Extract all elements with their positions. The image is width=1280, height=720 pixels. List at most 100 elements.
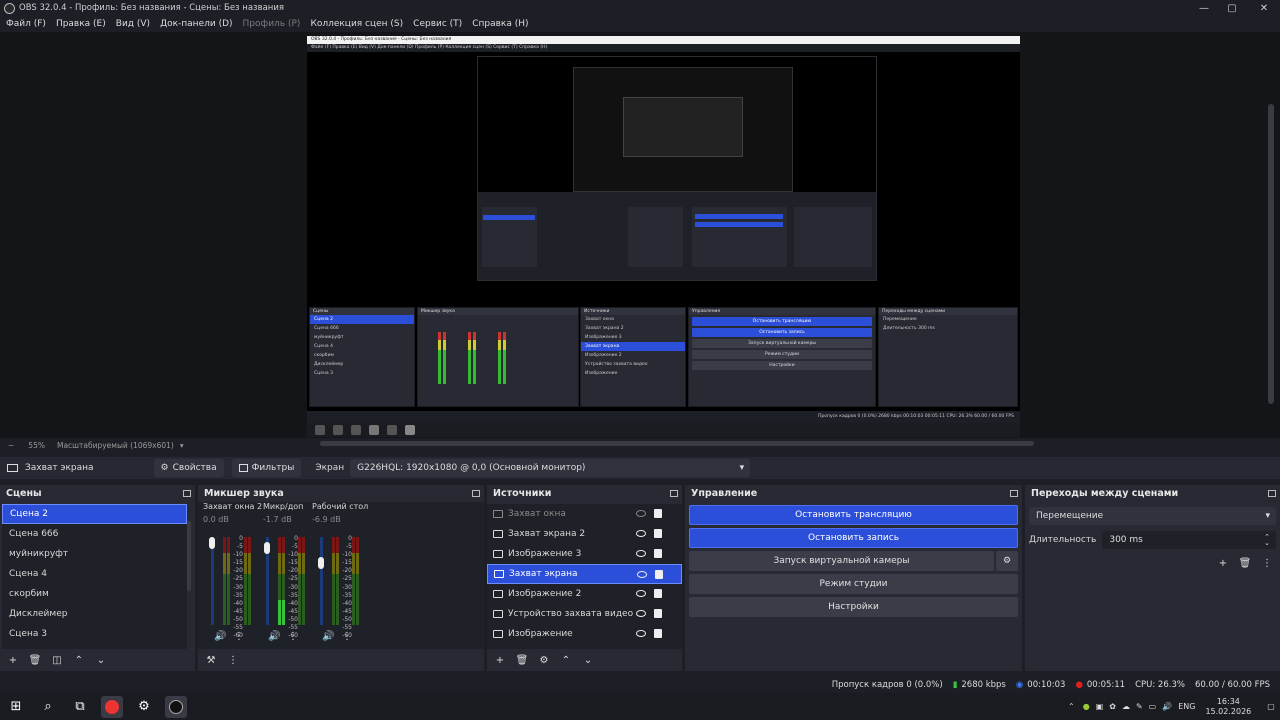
- move-down-icon[interactable]: ⌄: [581, 653, 595, 667]
- trash-icon[interactable]: 🗑: [1238, 556, 1252, 570]
- source-item[interactable]: Захват экрана: [487, 564, 682, 584]
- scene-item[interactable]: муйникруфт: [2, 544, 187, 564]
- eye-icon[interactable]: [636, 610, 646, 617]
- lock-icon[interactable]: [654, 549, 662, 558]
- tray-app-icon[interactable]: ☁: [1122, 702, 1130, 711]
- source-item[interactable]: Устройство захвата видео: [487, 604, 682, 624]
- kebab-menu-icon[interactable]: ⋮: [234, 631, 244, 642]
- scene-item[interactable]: Дисклеймер: [2, 604, 187, 624]
- properties-button[interactable]: ⚙ Свойства: [153, 459, 224, 477]
- menu-tools[interactable]: Сервис (T): [413, 19, 462, 29]
- tray-app-icon[interactable]: ✿: [1109, 702, 1116, 711]
- eye-icon[interactable]: [636, 530, 646, 537]
- volume-fader[interactable]: [209, 537, 215, 549]
- scale-mode-dropdown-icon[interactable]: ▾: [180, 441, 184, 450]
- wrench-icon[interactable]: ⚒: [204, 653, 218, 667]
- eye-icon[interactable]: [636, 630, 646, 637]
- dock-popout-icon[interactable]: [670, 490, 678, 497]
- stop-recording-button[interactable]: Остановить запись: [689, 528, 1018, 548]
- lock-icon[interactable]: [654, 529, 662, 538]
- windows-start-icon[interactable]: ⊞: [5, 696, 27, 718]
- trash-icon[interactable]: 🗑: [28, 653, 42, 667]
- maximize-button[interactable]: ▢: [1216, 0, 1248, 16]
- dock-popout-icon[interactable]: [1268, 490, 1276, 497]
- scene-item[interactable]: Сцена 4: [2, 564, 187, 584]
- eye-icon[interactable]: [636, 590, 646, 597]
- scale-mode[interactable]: Масштабируемый (1069x601): [57, 441, 174, 450]
- scenes-scrollbar[interactable]: [187, 521, 191, 591]
- obs-app-icon[interactable]: [165, 695, 187, 718]
- speaker-icon[interactable]: 🔊: [268, 631, 280, 642]
- move-up-icon[interactable]: ⌃: [559, 653, 573, 667]
- move-up-icon[interactable]: ⌃: [72, 653, 86, 667]
- menu-help[interactable]: Справка (H): [472, 19, 528, 29]
- add-scene-icon[interactable]: +: [6, 653, 20, 667]
- source-item[interactable]: Захват экрана 2: [487, 524, 682, 544]
- source-item[interactable]: Изображение 3: [487, 544, 682, 564]
- volume-fader[interactable]: [264, 542, 270, 554]
- kebab-menu-icon[interactable]: ⋮: [226, 653, 240, 667]
- lock-icon[interactable]: [654, 589, 662, 598]
- preview-canvas[interactable]: OBS 32.0.4 - Профиль: Без названия - Сце…: [307, 36, 1020, 437]
- filters-button[interactable]: Фильтры: [231, 459, 302, 477]
- keyboard-language[interactable]: ENG: [1178, 702, 1195, 711]
- scene-item[interactable]: Сцена 666: [2, 524, 187, 544]
- eye-slash-icon[interactable]: [636, 510, 646, 517]
- eye-icon[interactable]: [636, 550, 646, 557]
- scene-item[interactable]: Сцена 2: [2, 504, 187, 524]
- source-item[interactable]: Изображение: [487, 624, 682, 644]
- task-view-icon[interactable]: ⧉: [69, 696, 91, 718]
- dock-popout-icon[interactable]: [472, 490, 480, 497]
- studio-mode-button[interactable]: Режим студии: [689, 574, 1018, 594]
- pen-icon[interactable]: ✎: [1136, 702, 1143, 711]
- source-item[interactable]: Изображение 2: [487, 584, 682, 604]
- preview-area[interactable]: OBS 32.0.4 - Профиль: Без названия - Сце…: [0, 32, 1280, 438]
- speaker-icon[interactable]: 🔊: [322, 631, 334, 642]
- gear-icon[interactable]: ⚙: [537, 653, 551, 667]
- menu-file[interactable]: Файл (F): [6, 19, 46, 29]
- settings-app-icon[interactable]: ⚙: [133, 696, 155, 718]
- browser-app-icon[interactable]: [101, 695, 123, 718]
- zoom-out-button[interactable]: −: [8, 441, 14, 450]
- menu-edit[interactable]: Правка (E): [56, 19, 106, 29]
- scene-item[interactable]: скорбим: [2, 584, 187, 604]
- search-icon[interactable]: ⌕: [37, 696, 59, 718]
- source-item[interactable]: Захват окна: [487, 504, 682, 524]
- settings-button[interactable]: Настройки: [689, 597, 1018, 617]
- start-virtual-camera-button[interactable]: Запуск виртуальной камеры: [689, 551, 994, 571]
- dock-popout-icon[interactable]: [1010, 490, 1018, 497]
- menu-profile[interactable]: Профиль (P): [243, 19, 301, 29]
- speaker-icon[interactable]: 🔊: [214, 631, 226, 642]
- preview-vertical-scrollbar[interactable]: [1268, 104, 1274, 404]
- volume-icon[interactable]: 🔊: [1162, 702, 1172, 711]
- dock-popout-icon[interactable]: [183, 490, 191, 497]
- menu-scene-collection[interactable]: Коллекция сцен (S): [310, 19, 403, 29]
- chevron-up-icon[interactable]: ⌃: [1068, 702, 1075, 711]
- menu-view[interactable]: Вид (V): [116, 19, 150, 29]
- transition-select[interactable]: Перемещение ▾: [1029, 507, 1276, 525]
- tray-app-icon[interactable]: ▣: [1096, 702, 1104, 711]
- close-button[interactable]: ✕: [1248, 0, 1280, 16]
- lock-icon[interactable]: [654, 629, 662, 638]
- volume-fader-track[interactable]: [211, 537, 214, 625]
- screen-select[interactable]: G226HQL: 1920x1080 @ 0,0 (Основной монит…: [350, 459, 751, 477]
- volume-fader-track[interactable]: [320, 537, 323, 625]
- spin-arrows-icon[interactable]: ⌃ ⌄: [1264, 534, 1270, 547]
- eye-icon[interactable]: [637, 571, 647, 578]
- clock[interactable]: 16:34 15.02.2026: [1205, 697, 1251, 717]
- kebab-menu-icon[interactable]: ⋮: [342, 631, 352, 642]
- scene-item[interactable]: Сцена 3: [2, 624, 187, 644]
- network-icon[interactable]: ▭: [1149, 702, 1157, 711]
- trash-icon[interactable]: 🗑: [515, 653, 529, 667]
- notification-icon[interactable]: ▢: [1267, 702, 1275, 711]
- move-down-icon[interactable]: ⌄: [94, 653, 108, 667]
- lock-icon[interactable]: [654, 609, 662, 618]
- lock-icon[interactable]: [655, 570, 663, 579]
- add-source-icon[interactable]: +: [493, 653, 507, 667]
- virtual-camera-settings-gear-icon[interactable]: ⚙: [996, 551, 1018, 571]
- add-transition-icon[interactable]: +: [1216, 556, 1230, 570]
- lock-icon[interactable]: [654, 509, 662, 518]
- duration-spinbox[interactable]: 300 ms ⌃ ⌄: [1102, 531, 1276, 549]
- scene-filters-icon[interactable]: ◫: [50, 653, 64, 667]
- stop-streaming-button[interactable]: Остановить трансляцию: [689, 505, 1018, 525]
